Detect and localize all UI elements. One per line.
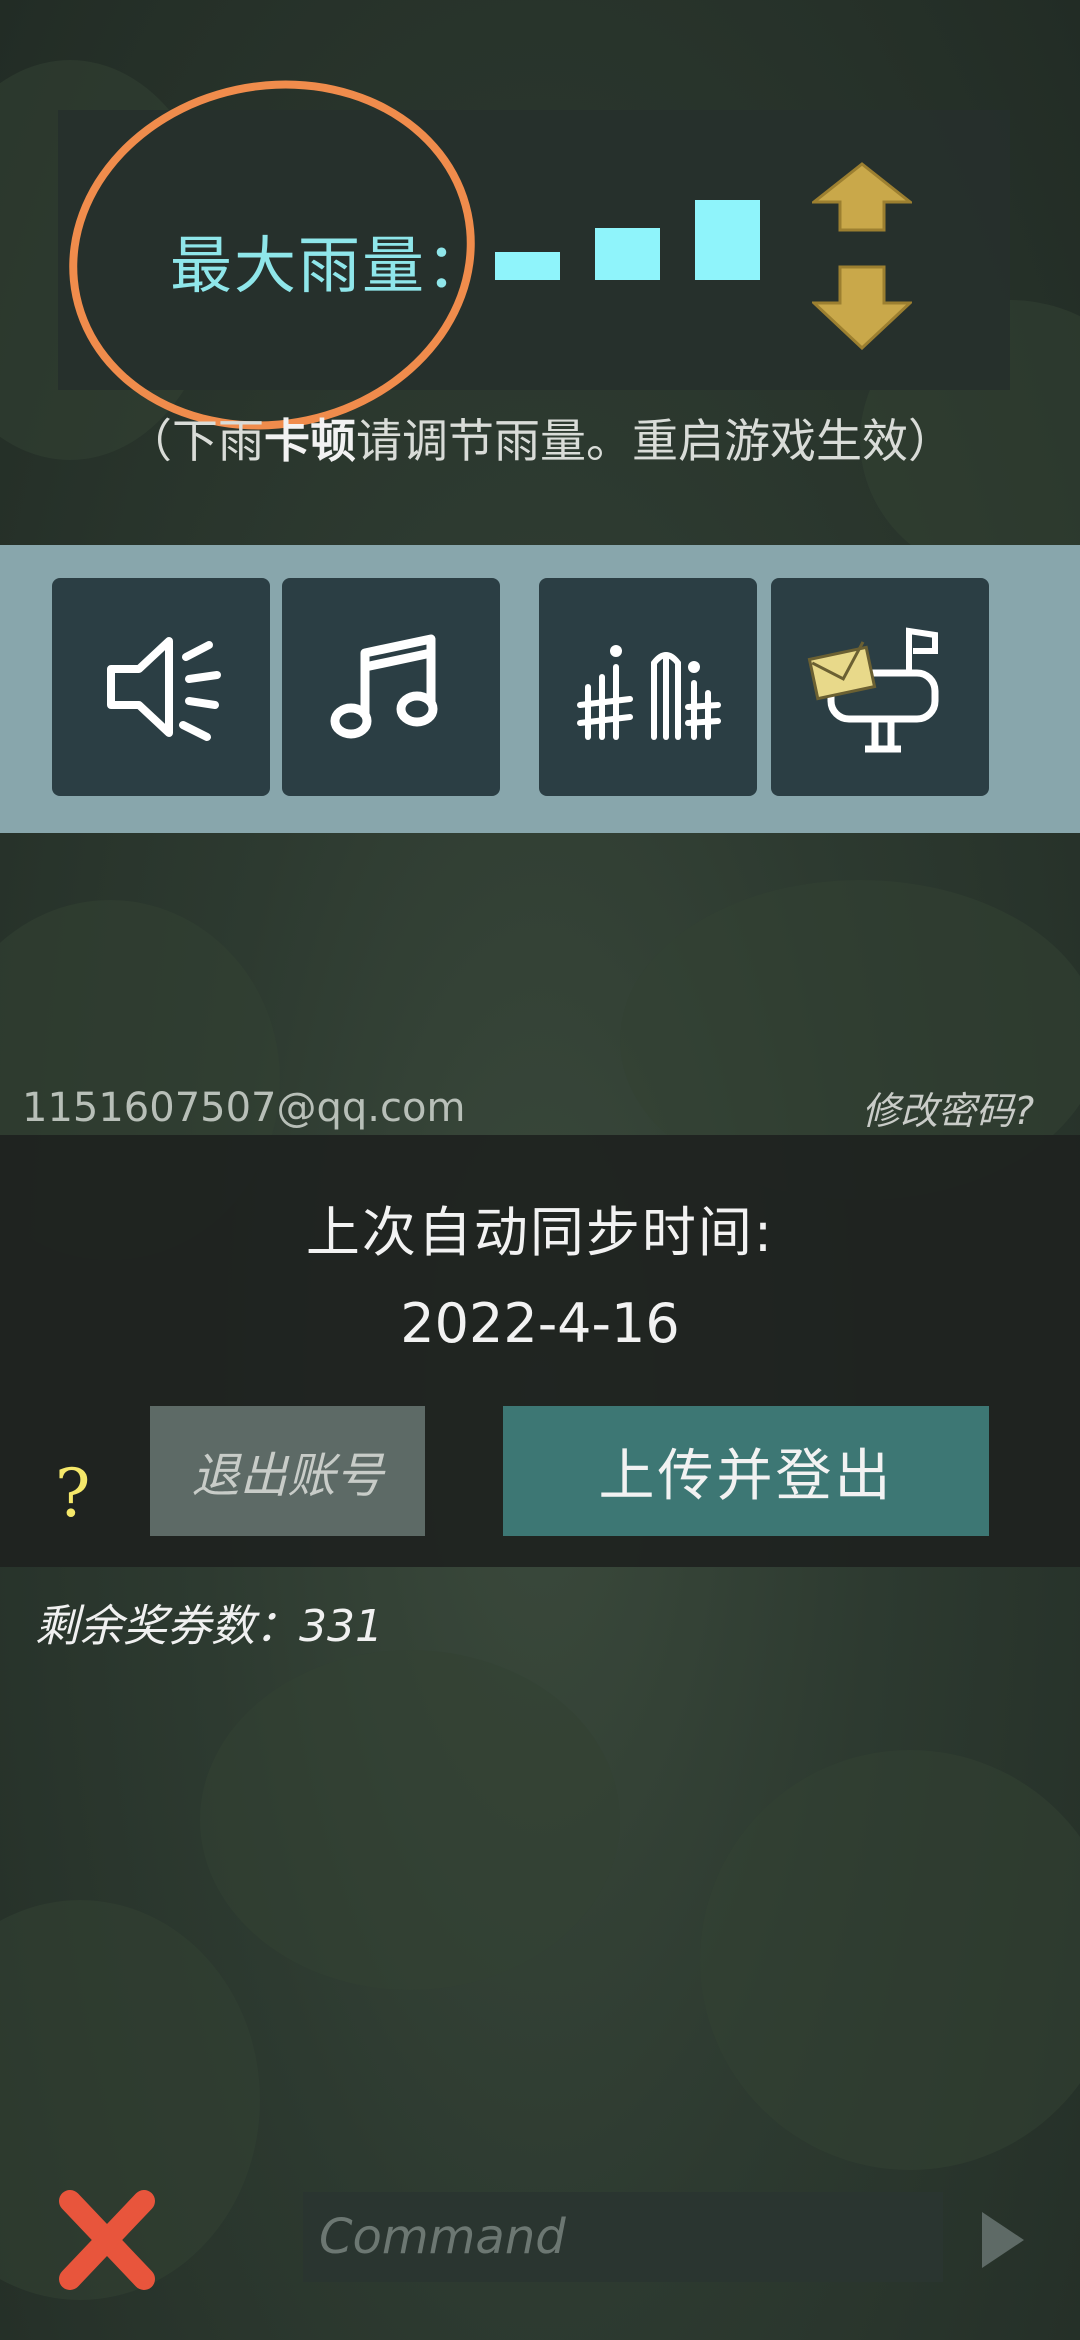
sync-title: 上次自动同步时间: xyxy=(305,1201,775,1264)
send-arrow-icon[interactable] xyxy=(978,2208,1028,2272)
music-note-icon xyxy=(330,634,438,739)
fence-button[interactable] xyxy=(539,578,757,796)
upload-and-logout-button[interactable]: 上传并登出 xyxy=(503,1406,989,1536)
rain-level-bar-3[interactable] xyxy=(695,200,760,280)
fence-icon xyxy=(577,645,721,740)
rain-level-bar-2[interactable] xyxy=(595,228,660,280)
mailbox-button[interactable] xyxy=(771,578,989,796)
settings-toolbar xyxy=(0,545,1080,833)
command-input[interactable] xyxy=(303,2192,943,2282)
change-password-link[interactable]: 修改密码? xyxy=(862,1080,1034,1135)
mailbox-icon xyxy=(807,627,939,753)
rain-hint-text: （下雨卡顿请调节雨量。重启游戏生效） xyxy=(126,414,954,468)
sound-toggle-button[interactable] xyxy=(52,578,270,796)
account-email: 1151607507@qq.com xyxy=(22,1085,466,1131)
remaining-tickets: 剩余奖券数：331 xyxy=(35,1601,383,1652)
speaker-icon xyxy=(107,637,221,741)
close-icon[interactable] xyxy=(52,2185,162,2295)
rain-increase-arrow-icon[interactable] xyxy=(809,162,915,232)
rain-level-bar-1[interactable] xyxy=(495,252,560,280)
logout-button[interactable]: 退出账号 xyxy=(150,1406,425,1536)
sync-date: 2022-4-16 xyxy=(400,1292,680,1355)
help-icon[interactable]: ? xyxy=(55,1455,90,1532)
music-toggle-button[interactable] xyxy=(282,578,500,796)
rain-decrease-arrow-icon[interactable] xyxy=(810,265,914,351)
